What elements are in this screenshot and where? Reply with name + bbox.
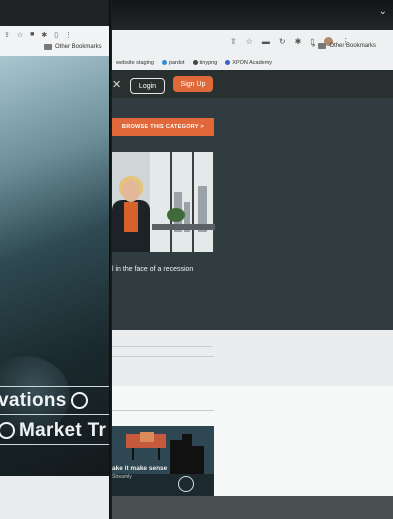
- bookmarks-bar: website staging pardot tinypng XPON Acad…: [112, 56, 393, 70]
- person-icon: [178, 476, 194, 492]
- light-band: [112, 330, 393, 386]
- table-shape: [152, 224, 215, 230]
- right-window-titlebar: ⌄: [112, 0, 393, 30]
- bookmark-pardot-label: pardot: [168, 60, 185, 66]
- left-browser-toolbar: ⇪ ☆ ■ ✱ ▯ ⋮ Other Bookmarks: [0, 26, 112, 56]
- left-other-bookmarks-label: Other Bookmarks: [55, 44, 102, 50]
- bookmark-xpon-label: XPON Academy: [232, 60, 273, 66]
- video-card[interactable]: ake it make sense Streamly: [112, 426, 214, 496]
- bookmark-website-staging[interactable]: website staging: [116, 60, 154, 66]
- extension-icon[interactable]: ▬: [262, 37, 270, 46]
- star-icon[interactable]: ☆: [246, 37, 253, 46]
- left-page-footer: [0, 476, 112, 519]
- site-light-section: ake it make sense Streamly: [112, 330, 393, 519]
- billboard-shape: [140, 432, 154, 442]
- left-hero-line2: Market Tr: [0, 420, 106, 442]
- plant-shape: [167, 208, 185, 222]
- refresh-icon[interactable]: ↻: [279, 37, 286, 46]
- article-photo[interactable]: [112, 152, 215, 252]
- close-icon[interactable]: ✕: [112, 78, 121, 91]
- puzzle-icon[interactable]: ✱: [41, 31, 47, 39]
- puzzle-icon[interactable]: ✱: [295, 37, 302, 46]
- bookmark-pardot[interactable]: pardot: [161, 60, 185, 66]
- content-line: [112, 356, 214, 357]
- video-card-caption: ake it make sense: [112, 465, 168, 472]
- window-pane: [150, 152, 172, 252]
- left-divider-line: [0, 386, 112, 387]
- billboard-pole: [132, 448, 134, 460]
- video-card-source: Streamly: [112, 474, 132, 480]
- folder-icon: [318, 43, 327, 49]
- site-navbar: ✕ Login Sign Up: [112, 70, 393, 98]
- chevron-down-icon[interactable]: ⌄: [379, 6, 387, 17]
- left-window-titlebar: [0, 0, 112, 26]
- left-other-bookmarks[interactable]: Other Bookmarks: [44, 44, 102, 50]
- bookmark-tinypng-label: tinypng: [199, 60, 218, 66]
- left-toolbar-icons: ⇪ ☆ ■ ✱ ▯ ⋮: [4, 31, 72, 39]
- pardot-icon: [161, 60, 167, 66]
- star-icon[interactable]: ☆: [17, 31, 23, 39]
- tinypng-icon: [192, 60, 198, 66]
- right-other-bookmarks[interactable]: » Other Bookmarks: [312, 43, 376, 49]
- building-shape: [170, 440, 182, 474]
- bookmark-tinypng[interactable]: tinypng: [192, 60, 218, 66]
- login-button[interactable]: Login: [130, 78, 165, 94]
- circle-icon: [70, 392, 88, 410]
- share-icon[interactable]: ⇪: [230, 37, 237, 46]
- sidebar-icon[interactable]: ▯: [54, 31, 58, 39]
- extension-icon[interactable]: ■: [30, 31, 34, 39]
- right-monitor-screen: ⌄ ⇪ ☆ ▬ ↻ ✱ ▯ ⋮ » Other Bookmarks websit…: [112, 0, 393, 519]
- menu-icon[interactable]: ⋮: [65, 31, 72, 39]
- right-other-bookmarks-label: Other Bookmarks: [329, 43, 377, 49]
- left-hero-line2-text: Market Tr: [19, 420, 107, 441]
- folder-icon: [44, 44, 52, 50]
- building-shape: [182, 434, 192, 474]
- person-shirt: [124, 202, 138, 232]
- circle-icon: [0, 422, 15, 440]
- bookmark-xpon-academy[interactable]: XPON Academy: [225, 60, 272, 66]
- person-head: [122, 180, 140, 202]
- site-dark-section: ✕ Login Sign Up BROWSE THIS CATEGORY > l…: [112, 70, 393, 330]
- left-hero-line1: vations: [0, 390, 92, 412]
- content-line: [112, 410, 214, 411]
- article-headline[interactable]: l in the face of a recession: [112, 266, 193, 273]
- left-hero-line1-text: vations: [0, 390, 67, 411]
- billboard-pole: [158, 448, 160, 460]
- left-monitor-screen: ⇪ ☆ ■ ✱ ▯ ⋮ Other Bookmarks vations Mark…: [0, 0, 112, 519]
- left-hero-image: [0, 56, 112, 476]
- page-bottom-bar: [112, 496, 393, 519]
- signup-button[interactable]: Sign Up: [173, 76, 213, 92]
- xpon-icon: [225, 60, 231, 66]
- browse-category-button[interactable]: BROWSE THIS CATEGORY >: [112, 118, 214, 136]
- share-icon[interactable]: ⇪: [4, 31, 10, 39]
- building-shape: [192, 446, 204, 474]
- content-line: [112, 346, 212, 347]
- chevron-right-icon: »: [312, 43, 316, 49]
- left-divider-line: [0, 414, 112, 415]
- left-divider-line: [0, 444, 112, 445]
